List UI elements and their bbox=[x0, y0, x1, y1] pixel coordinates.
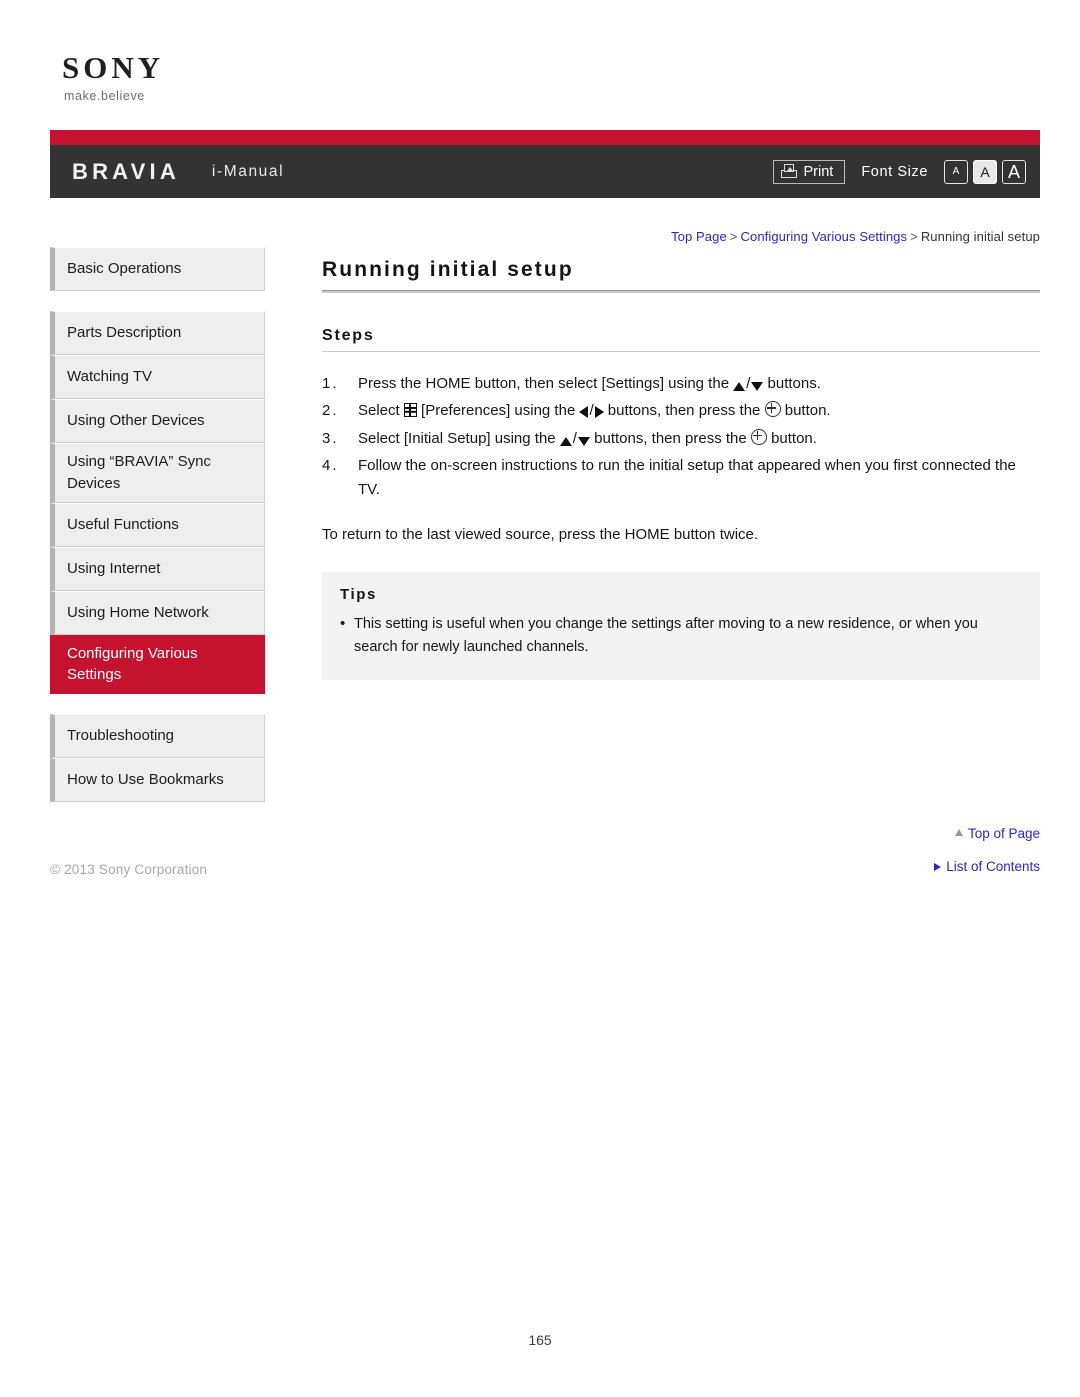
page-title: Running initial setup bbox=[322, 258, 574, 281]
step-text: Press the HOME button, then select [Sett… bbox=[358, 372, 1040, 396]
list-of-contents-row: List of Contents bbox=[934, 859, 1040, 874]
preferences-icon bbox=[403, 403, 417, 418]
font-size-small-button[interactable]: A bbox=[944, 159, 968, 184]
arrow-up-icon bbox=[954, 829, 963, 836]
top-of-page-row: Top of Page bbox=[934, 826, 1040, 841]
page-number: 165 bbox=[528, 1332, 552, 1348]
breadcrumb: Top Page > Configuring Various Settings > Ru… bbox=[671, 229, 1040, 244]
step-number: 4. bbox=[322, 456, 339, 474]
breadcrumb-item-current: Running initial setup bbox=[920, 229, 1040, 244]
print-button-label: Print bbox=[803, 163, 834, 180]
main-content: Running initial setup Steps 1. Press the… bbox=[322, 258, 1040, 680]
sidebar-nav: Basic Operations Parts Description Watch… bbox=[50, 247, 265, 802]
step-text-segment: / bbox=[589, 402, 594, 420]
breadcrumb-separator: > bbox=[910, 229, 918, 244]
step-text-segment: Press the HOME button, then select [Sett… bbox=[358, 375, 734, 392]
footer-links: Top of Page List of Contents bbox=[934, 826, 1040, 892]
steps-list: 1. Press the HOME button, then select [S… bbox=[322, 372, 1040, 502]
font-size-group: A A A bbox=[944, 159, 1026, 184]
bravia-wordmark: BRAVIA bbox=[72, 158, 180, 184]
sidebar-item-watching-tv[interactable]: Watching TV bbox=[50, 355, 265, 399]
sony-tagline: make.believe bbox=[64, 89, 145, 103]
copyright-text: © 2013 Sony Corporation bbox=[50, 862, 208, 877]
step-text-segment: [Preferences] using the bbox=[416, 402, 580, 420]
step-text: Select [Initial Setup] using the / butto… bbox=[358, 427, 1040, 451]
manual-page: SONY make.believe BRAVIA i-Manual Print … bbox=[0, 0, 1080, 1397]
breadcrumb-item-top-page[interactable]: Top Page bbox=[671, 229, 727, 244]
arrow-down-icon bbox=[577, 436, 590, 446]
sidebar-item-using-bravia-sync-devices[interactable]: Using “BRAVIA” Sync Devices bbox=[50, 443, 265, 503]
enter-button-icon bbox=[750, 428, 767, 445]
imanual-label: i-Manual bbox=[211, 162, 285, 180]
font-size-medium-button[interactable]: A bbox=[973, 159, 997, 184]
sidebar-item-configuring-various-settings[interactable]: Configuring Various Settings bbox=[50, 634, 265, 694]
arrow-right-icon bbox=[594, 406, 604, 419]
print-button[interactable]: Print bbox=[772, 159, 846, 184]
breadcrumb-item-configuring-various-settings[interactable]: Configuring Various Settings bbox=[741, 229, 908, 244]
arrow-left-icon bbox=[579, 406, 589, 419]
font-size-label: Font Size bbox=[861, 163, 928, 180]
step-text-segment: buttons. bbox=[763, 375, 821, 392]
arrow-right-icon bbox=[934, 862, 942, 871]
sidebar-item-using-home-network[interactable]: Using Home Network bbox=[50, 590, 265, 635]
top-of-page-link[interactable]: Top of Page bbox=[968, 826, 1040, 841]
step-text-segment: buttons, then press the bbox=[603, 402, 765, 420]
step-text: Select [Preferences] using the / buttons… bbox=[358, 399, 1040, 423]
font-size-large-button[interactable]: A bbox=[1002, 159, 1026, 184]
header-accent-rule bbox=[50, 130, 1040, 145]
breadcrumb-separator: > bbox=[729, 229, 738, 244]
tips-list-item: • This setting is useful when you change… bbox=[340, 613, 1022, 660]
sidebar-item-using-internet[interactable]: Using Internet bbox=[50, 546, 265, 591]
enter-button-icon bbox=[764, 401, 781, 418]
list-of-contents-link[interactable]: List of Contents bbox=[946, 859, 1040, 874]
step-number: 1. bbox=[322, 375, 339, 392]
site-header: BRAVIA i-Manual Print Font Size A A A bbox=[50, 130, 1040, 198]
return-note: To return to the last viewed source, pre… bbox=[322, 526, 759, 544]
step-number: 3. bbox=[322, 429, 339, 447]
step-text-segment: buttons, then press the bbox=[589, 429, 751, 447]
step-text-segment: / bbox=[746, 375, 751, 392]
step-text-segment: button. bbox=[766, 429, 817, 447]
sony-logo: SONY make.believe bbox=[62, 52, 164, 103]
steps-heading-rule bbox=[322, 351, 1040, 352]
tips-box: Tips • This setting is useful when you c… bbox=[322, 571, 1040, 680]
step-text-segment: / bbox=[572, 429, 577, 447]
sidebar-item-using-other-devices[interactable]: Using Other Devices bbox=[50, 399, 265, 443]
sidebar-item-troubleshooting[interactable]: Troubleshooting bbox=[50, 714, 265, 758]
step-number: 2. bbox=[322, 402, 339, 420]
step-item: 3. Select [Initial Setup] using the / bu… bbox=[322, 427, 1040, 451]
sidebar-item-how-to-use-bookmarks[interactable]: How to Use Bookmarks bbox=[50, 758, 265, 802]
step-item: 2. Select [Preferences] using the / butt… bbox=[322, 399, 1040, 423]
sidebar-item-parts-description[interactable]: Parts Description bbox=[50, 311, 265, 355]
page-title-rule bbox=[322, 290, 1040, 293]
header-tools: Print Font Size A A A bbox=[772, 145, 1026, 198]
tips-list: • This setting is useful when you change… bbox=[340, 613, 1022, 660]
step-text-segment: Select bbox=[358, 402, 404, 420]
header-bar: BRAVIA i-Manual Print Font Size A A A bbox=[50, 145, 1040, 198]
printer-icon bbox=[780, 164, 797, 179]
arrow-up-icon bbox=[559, 436, 572, 446]
sony-wordmark: SONY bbox=[62, 50, 165, 85]
tips-heading: Tips bbox=[340, 585, 377, 603]
steps-heading: Steps bbox=[322, 327, 375, 344]
step-text: Follow the on-screen instructions to run… bbox=[358, 456, 1016, 499]
arrow-up-icon bbox=[733, 382, 746, 391]
sidebar-item-basic-operations[interactable]: Basic Operations bbox=[50, 247, 265, 291]
step-text-segment: button. bbox=[780, 402, 831, 420]
tips-item-text: This setting is useful when you change t… bbox=[354, 615, 978, 656]
step-text-segment: Select [Initial Setup] using the bbox=[358, 429, 560, 447]
arrow-down-icon bbox=[751, 382, 764, 391]
step-item: 4. Follow the on-screen instructions to … bbox=[322, 454, 1040, 503]
bullet-icon: • bbox=[340, 614, 346, 632]
sidebar-item-useful-functions[interactable]: Useful Functions bbox=[50, 502, 265, 547]
step-item: 1. Press the HOME button, then select [S… bbox=[322, 372, 1040, 396]
